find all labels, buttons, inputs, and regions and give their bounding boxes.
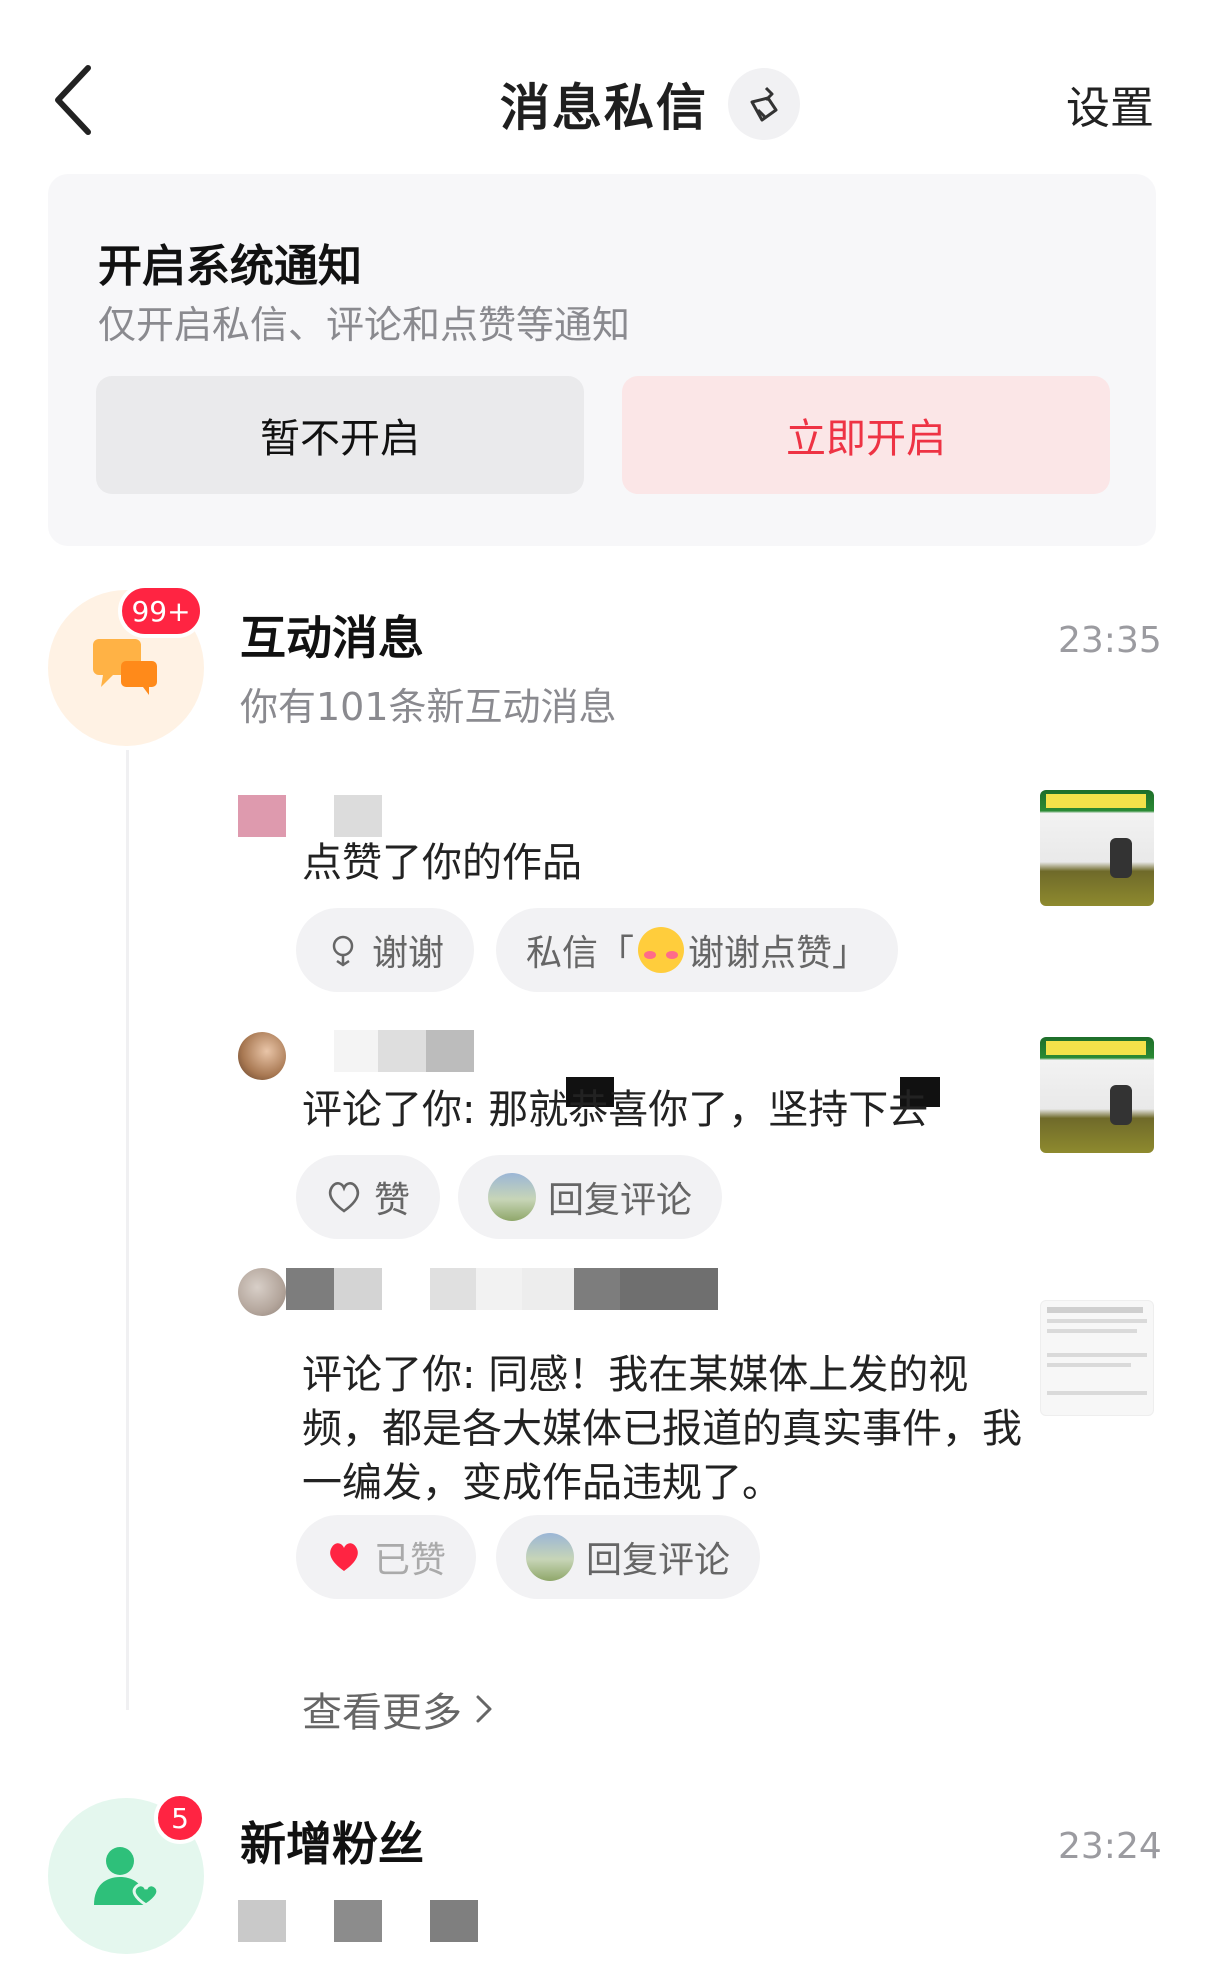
like-button[interactable]: 赞 <box>296 1155 441 1239</box>
follower-redacted <box>334 1900 382 1942</box>
reply-comment-button[interactable]: 回复评论 <box>458 1155 723 1239</box>
clear-unread-button[interactable] <box>728 68 800 140</box>
blush-emoji-icon <box>638 927 685 973</box>
follower-redacted <box>430 1900 478 1942</box>
user-avatar[interactable] <box>238 1268 286 1316</box>
unread-badge: 99+ <box>118 584 204 638</box>
notify-title: 开启系统通知 <box>98 241 362 292</box>
followers-title[interactable]: 新增粉丝 <box>240 1808 424 1874</box>
dm-suffix: 谢谢点赞」 <box>688 933 869 974</box>
heart-outline-icon <box>326 1181 362 1213</box>
flower-icon <box>326 933 360 967</box>
username-redacted[interactable] <box>286 1268 382 1310</box>
post-thumbnail[interactable] <box>1040 1037 1154 1153</box>
add-person-icon <box>94 1847 160 1907</box>
dm-thanks-button[interactable]: 私信「 谢谢点赞」 <box>496 908 899 992</box>
reply-label: 回复评论 <box>586 1540 731 1581</box>
broom-icon <box>750 86 778 122</box>
username-redacted[interactable] <box>334 1030 382 1072</box>
username-redacted <box>430 1268 718 1310</box>
message-text[interactable]: 评论了你: 同感！我在某媒体上发的视频，都是各大媒体已报道的真实事件，我一编发，… <box>302 1348 1042 1510</box>
message-text[interactable]: 点赞了你的作品 <box>302 836 582 890</box>
enable-button[interactable]: 立即开启 <box>622 376 1110 494</box>
page-title-group: 消息私信 <box>500 68 800 140</box>
interaction-subtitle: 你有101条新互动消息 <box>240 685 617 729</box>
username-redacted[interactable] <box>334 795 382 837</box>
message-text[interactable]: 评论了你: 那就恭喜你了，坚持下去 <box>302 1083 928 1137</box>
followers-badge: 5 <box>154 1792 206 1844</box>
back-button[interactable] <box>46 62 102 138</box>
followers-time: 23:24 <box>1058 1826 1162 1867</box>
user-avatar[interactable] <box>238 1032 286 1080</box>
settings-button[interactable]: 设置 <box>1066 72 1154 136</box>
chevron-left-icon <box>55 65 91 135</box>
notification-prompt-card: 开启系统通知 仅开启私信、评论和点赞等通知 暂不开启 立即开启 <box>48 174 1156 546</box>
reply-comment-button[interactable]: 回复评论 <box>496 1515 761 1599</box>
see-more-link[interactable]: 查看更多 <box>302 1680 498 1738</box>
thanks-label: 谢谢 <box>372 933 445 974</box>
thanks-button[interactable]: 谢谢 <box>296 908 475 992</box>
like-label: 赞 <box>374 1180 411 1221</box>
post-thumbnail[interactable] <box>1040 790 1154 906</box>
see-more-label: 查看更多 <box>302 1690 462 1736</box>
thread-line <box>126 750 129 1710</box>
chat-bubbles-icon <box>93 639 157 695</box>
interaction-title[interactable]: 互动消息 <box>240 602 424 668</box>
follower-redacted <box>238 1900 286 1942</box>
username-redacted <box>378 1030 474 1072</box>
liked-button[interactable]: 已赞 <box>296 1515 477 1599</box>
decline-button[interactable]: 暂不开启 <box>96 376 584 494</box>
interaction-time: 23:35 <box>1058 620 1162 661</box>
dm-prefix: 私信「 <box>526 933 635 974</box>
notify-subtitle: 仅开启私信、评论和点赞等通知 <box>98 303 631 347</box>
top-bar: 消息私信 设置 <box>0 0 1206 190</box>
liked-label: 已赞 <box>374 1540 447 1581</box>
post-thumbnail[interactable] <box>1040 1300 1154 1416</box>
my-avatar <box>488 1173 536 1221</box>
chevron-right-icon <box>476 1695 492 1723</box>
my-avatar <box>526 1533 574 1581</box>
user-avatar[interactable] <box>238 795 286 837</box>
heart-filled-icon <box>326 1541 362 1573</box>
page-title: 消息私信 <box>500 79 708 137</box>
reply-label: 回复评论 <box>548 1180 693 1221</box>
